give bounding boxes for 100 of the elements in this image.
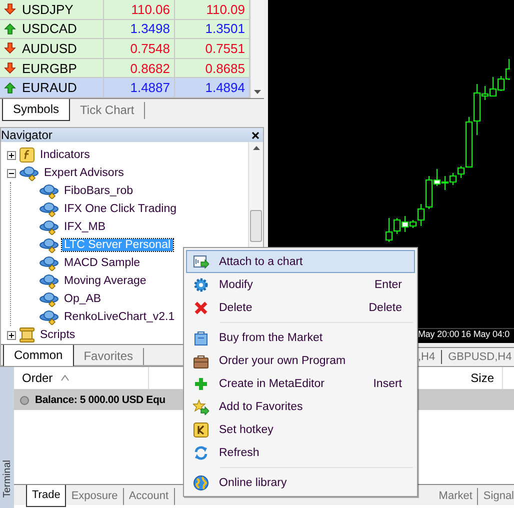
tree-item[interactable]: Indicators — [38, 149, 92, 161]
menu-label: Online library — [218, 476, 288, 488]
tab[interactable]: Common — [3, 345, 74, 367]
tab[interactable]: Tick Chart — [70, 102, 146, 119]
expert-hat-icon — [39, 237, 59, 253]
menu-item[interactable]: Online library — [186, 471, 415, 494]
ask-price: 1.4894 — [205, 80, 245, 96]
tree-item[interactable]: Expert Advisors — [42, 167, 126, 179]
balance-text: Balance: 5 000.00 USD Equ — [35, 394, 166, 406]
shopping-bag-icon — [193, 330, 209, 346]
ask-price: 0.7551 — [205, 40, 245, 56]
tree-item[interactable]: RenkoLiveChart_v2.1 — [62, 311, 177, 323]
expert-hat-icon — [39, 291, 59, 307]
ask-price: 0.8685 — [205, 60, 245, 76]
close-icon — [193, 300, 209, 316]
close-icon — [252, 132, 259, 138]
symbol-name: USDCAD — [22, 21, 77, 36]
panel-title: Navigator — [1, 128, 52, 142]
expert-hat-icon — [39, 309, 59, 325]
tree-item[interactable]: IFX_MB — [62, 221, 108, 233]
tree-item[interactable]: Op_AB — [62, 293, 104, 305]
bid-price: 0.7548 — [130, 40, 170, 56]
tree-item[interactable]: FiboBars_rob — [62, 185, 136, 197]
shortcut-label: Enter — [374, 278, 403, 290]
menu-label: Order your own Program — [218, 354, 347, 366]
menu-label: Attach to a chart — [218, 256, 304, 268]
menu-item[interactable]: Modify Enter — [186, 273, 415, 296]
menu-label: Add to Favorites — [218, 400, 304, 412]
symbol-name: EURAUD — [22, 80, 77, 96]
plus-icon — [193, 376, 209, 392]
time-label: May 20:00 — [418, 329, 460, 339]
expert-hat-icon — [19, 165, 39, 181]
collapse-icon[interactable] — [7, 168, 16, 178]
symbol-row[interactable]: USDJPY 110.06 110.09 — [0, 0, 250, 20]
bid-price: 1.4887 — [130, 80, 170, 96]
expert-hat-icon — [39, 201, 59, 217]
tree-item[interactable]: IFX One Click Trading — [62, 203, 178, 215]
gear-icon — [193, 276, 209, 292]
refresh-icon — [193, 444, 209, 460]
menu-item[interactable]: Set hotkey — [186, 418, 415, 441]
expand-icon[interactable] — [7, 330, 16, 340]
menu-item[interactable]: Attach to a chart — [186, 250, 415, 273]
tab[interactable]: Trade — [26, 485, 66, 507]
menu-label: Create in MetaEditor — [218, 378, 326, 390]
menu-item[interactable]: Buy from the Market — [186, 326, 415, 349]
menu-item[interactable]: Order your own Program — [186, 349, 415, 372]
symbol-name: EURGBP — [22, 60, 77, 76]
indicator-icon — [19, 147, 35, 163]
expert-hat-icon — [39, 255, 59, 271]
expand-icon[interactable] — [7, 150, 16, 160]
tab[interactable]: Market — [434, 488, 478, 505]
shortcut-label: Delete — [368, 302, 403, 314]
menu-label: Refresh — [218, 446, 260, 458]
tab[interactable]: Symbols — [2, 99, 70, 121]
column-header[interactable]: Order — [14, 367, 149, 389]
bid-price: 0.8682 — [130, 60, 170, 76]
menu-item[interactable]: Add to Favorites — [186, 395, 415, 418]
symbol-row[interactable]: EURGBP 0.8682 0.8685 — [0, 58, 250, 78]
expert-hat-icon — [39, 219, 59, 235]
menu-label: Delete — [218, 302, 254, 314]
script-scroll-icon — [19, 327, 35, 343]
ask-price: 110.09 — [206, 2, 245, 17]
menu-item[interactable]: Delete Delete — [186, 296, 415, 319]
chart-tab[interactable]: ,H4 — [418, 351, 436, 363]
bid-price: 110.06 — [131, 2, 170, 17]
menu-label: Set hotkey — [218, 424, 274, 436]
header-label: Order — [22, 371, 53, 385]
symbol-row[interactable]: USDCAD 1.3498 1.3501 — [0, 20, 250, 40]
briefcase-icon — [193, 352, 209, 368]
bid-price: 1.3498 — [130, 21, 170, 36]
scroll-down-icon — [254, 90, 261, 94]
tab[interactable]: Signal — [478, 488, 514, 505]
symbol-row[interactable]: AUDUSD 0.7548 0.7551 — [0, 39, 250, 59]
tab[interactable]: Exposure — [66, 488, 124, 505]
scrollbar[interactable] — [250, 0, 264, 98]
time-label: 16 May 04:0 — [461, 329, 510, 339]
tab[interactable]: Favorites — [74, 348, 144, 365]
scroll-up-icon — [252, 146, 260, 150]
chart-tab[interactable]: GBPUSD,H4 — [448, 351, 512, 363]
menu-item[interactable]: Create in MetaEditor Insert — [186, 372, 415, 395]
menu-label: Buy from the Market — [218, 332, 324, 344]
tree-item[interactable]: Scripts — [38, 329, 78, 341]
symbol-name: USDJPY — [22, 2, 74, 17]
status-dot-icon — [20, 396, 29, 404]
scroll-thumb[interactable] — [250, 210, 262, 242]
ask-price: 1.3501 — [205, 21, 245, 36]
expert-hat-icon — [39, 273, 59, 289]
globe-icon — [193, 474, 209, 490]
shortcut-label: Insert — [373, 378, 403, 390]
tree-item[interactable]: Moving Average — [62, 275, 148, 287]
key-icon — [193, 422, 209, 438]
menu-item[interactable]: Refresh — [186, 441, 415, 464]
tab[interactable]: Account — [124, 488, 175, 505]
attach-chart-icon — [193, 254, 209, 270]
menu-label: Modify — [218, 278, 254, 290]
header-label: Size — [470, 371, 494, 385]
panel-title: Terminal — [1, 460, 14, 498]
tree-item[interactable]: MACD Sample — [62, 257, 142, 269]
symbol-row[interactable]: EURAUD 1.4887 1.4894 — [0, 78, 250, 98]
star-arrow-icon — [193, 398, 209, 414]
